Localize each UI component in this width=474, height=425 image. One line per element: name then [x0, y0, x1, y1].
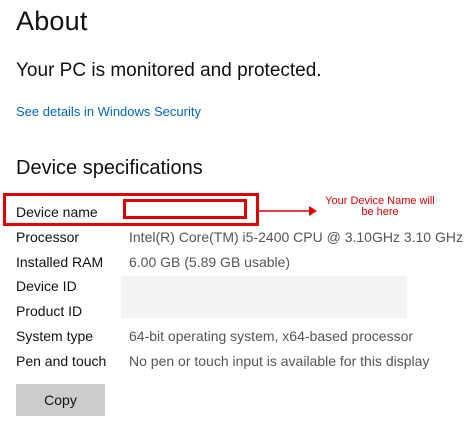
- spec-label-installed-ram: Installed RAM: [16, 254, 104, 270]
- annotation-note: Your Device Name will be here: [315, 196, 445, 218]
- protection-status-text: Your PC is monitored and protected.: [16, 60, 322, 81]
- spec-label-pen-and-touch: Pen and touch: [16, 353, 107, 369]
- spec-label-processor: Processor: [16, 229, 80, 245]
- page-title: About: [16, 6, 88, 36]
- spec-label-product-id: Product ID: [16, 303, 83, 319]
- copy-button[interactable]: Copy: [16, 384, 105, 416]
- annotation-note-line2: be here: [361, 206, 399, 218]
- annotation-arrow-icon: [259, 206, 317, 216]
- spec-value-pen-and-touch: No pen or touch input is available for t…: [129, 353, 430, 369]
- windows-security-link[interactable]: See details in Windows Security: [16, 104, 201, 119]
- spec-value-system-type: 64-bit operating system, x64-based proce…: [129, 328, 414, 344]
- spec-label-system-type: System type: [16, 328, 94, 344]
- device-specifications-heading: Device specifications: [16, 157, 203, 179]
- spec-value-installed-ram: 6.00 GB (5.89 GB usable): [129, 254, 291, 270]
- device-name-placeholder-box: [123, 199, 247, 219]
- spec-value-processor: Intel(R) Core(TM) i5-2400 CPU @ 3.10GHz …: [129, 229, 463, 245]
- spec-label-device-id: Device ID: [16, 278, 77, 294]
- redacted-id-area: [121, 276, 407, 318]
